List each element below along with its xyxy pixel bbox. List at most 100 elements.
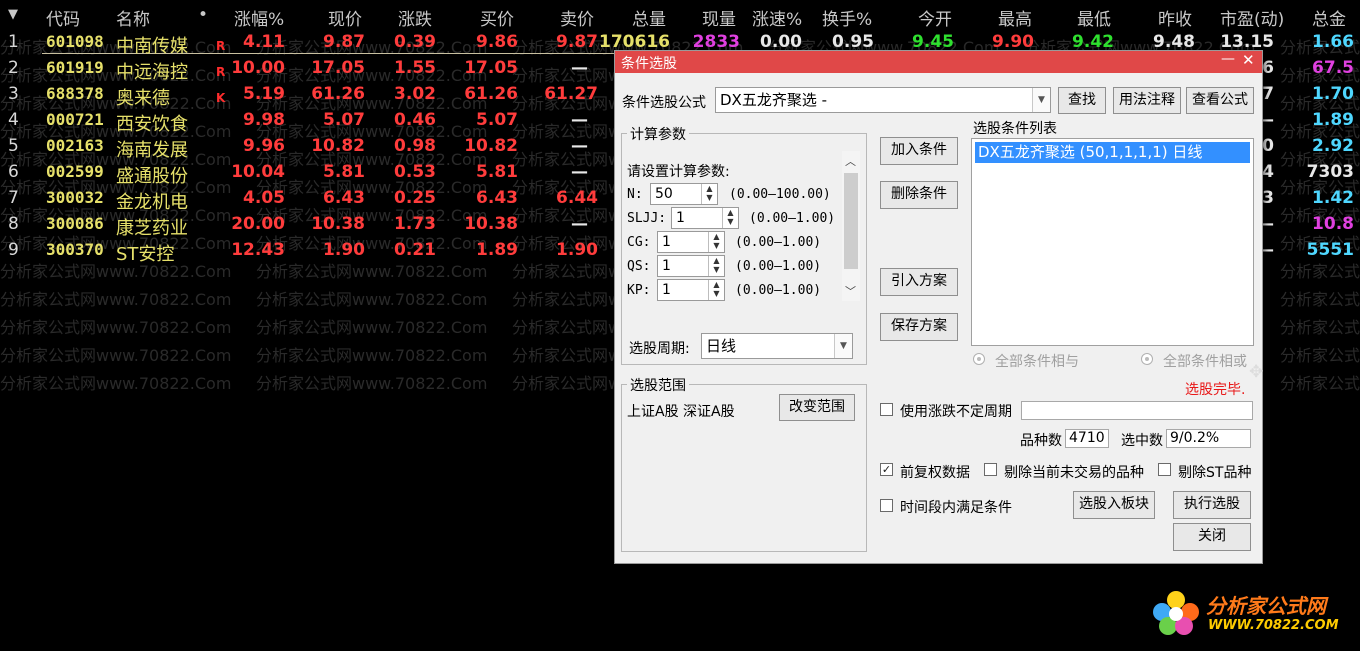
stepper-arrows-icon[interactable]: ▲ ▼ (708, 232, 724, 252)
list-item[interactable]: DX五龙齐聚选 (50,1,1,1,1) 日线 (975, 142, 1250, 163)
col-open[interactable]: 今开 (918, 5, 952, 30)
chevron-up-icon[interactable]: ︿ (845, 153, 856, 169)
exclude-st-label: 剔除ST品种 (1178, 465, 1252, 481)
watermark-text: 分析家公式网www.70822.Com (1280, 290, 1360, 309)
save-scheme-button[interactable]: 保存方案 (880, 313, 958, 341)
formula-select[interactable]: DX五龙齐聚选 - ▼ (715, 87, 1051, 113)
watermark-text: 分析家公式网www.70822.Com (0, 318, 232, 337)
param-label-kp: KP: (627, 283, 651, 298)
selected-value: 9/0.2% (1170, 430, 1220, 446)
col-vol[interactable]: 总量 (632, 5, 666, 30)
param-label-n: N: (627, 187, 643, 202)
or-label: 全部条件相或 (1163, 354, 1247, 370)
add-condition-button[interactable]: 加入条件 (880, 137, 958, 165)
watermark-text: 分析家公式网www.70822.Com (256, 374, 488, 393)
change-scope-button[interactable]: 改变范围 (779, 394, 855, 421)
param-range-qs: (0.00—1.00) (735, 259, 822, 274)
run-select-button[interactable]: 执行选股 (1173, 491, 1251, 519)
col-bid[interactable]: 买价 (480, 5, 514, 30)
formula-value: DX五龙齐聚选 - (720, 91, 828, 109)
logo-text-cn: 分析家公式网 (1206, 594, 1326, 618)
sort-arrow-icon[interactable]: ▼ (8, 7, 18, 22)
period-select[interactable]: 日线 ▼ (701, 333, 853, 359)
stepper-arrows-icon[interactable]: ▲ ▼ (708, 256, 724, 276)
radio-or[interactable] (1141, 353, 1153, 365)
stepper-arrows-icon[interactable]: ▲ ▼ (708, 280, 724, 300)
to-block-button[interactable]: 选股入板块 (1073, 491, 1155, 519)
col-low[interactable]: 最低 (1077, 5, 1111, 30)
import-scheme-button[interactable]: 引入方案 (880, 268, 958, 296)
param-kp-stepper[interactable]: 1 ▲ ▼ (657, 279, 725, 301)
col-ask[interactable]: 卖价 (560, 5, 594, 30)
flower-logo-icon (1153, 591, 1199, 635)
close-button[interactable]: 关闭 (1173, 523, 1251, 551)
col-chg[interactable]: 涨跌 (398, 5, 432, 30)
watermark-text: 分析家公式网www.70822.Com (1280, 374, 1360, 393)
chevron-down-icon[interactable]: ﹀ (845, 283, 856, 299)
col-pe[interactable]: 市盈(动) (1220, 5, 1284, 30)
find-button[interactable]: 查找 (1058, 87, 1106, 114)
time-range-checkbox[interactable] (880, 499, 893, 512)
delete-condition-button[interactable]: 删除条件 (880, 181, 958, 209)
param-range-n: (0.00—100.00) (729, 187, 831, 202)
formula-label: 条件选股公式 (622, 95, 706, 111)
param-cg-stepper[interactable]: 1 ▲ ▼ (657, 231, 725, 253)
chevron-down-icon[interactable]: ▼ (1032, 88, 1050, 112)
use-zdbd-label: 使用涨跌不定周期 (900, 404, 1012, 420)
exclude-untraded-label: 剔除当前未交易的品种 (1004, 465, 1144, 481)
scope-value: 上证A股 深证A股 (627, 404, 735, 420)
param-n-stepper[interactable]: 50 ▲ ▼ (650, 183, 718, 205)
param-sljj-stepper[interactable]: 1 ▲ ▼ (671, 207, 739, 229)
col-dot[interactable]: • (198, 5, 208, 25)
params-scrollbar[interactable]: ︿ ﹀ (842, 151, 860, 301)
scrollbar-thumb[interactable] (844, 173, 858, 269)
minimize-icon[interactable]: — (1221, 51, 1235, 67)
selected-value-box: 9/0.2% (1166, 429, 1251, 448)
site-logo: 分析家公式网 WWW.70822.COM (1148, 582, 1348, 642)
watermark-text: 分析家公式网www.70822.Com (1280, 346, 1360, 365)
dialog-titlebar[interactable]: 条件选股 — ✕ (615, 51, 1262, 73)
col-chg-pct[interactable]: 涨幅% (234, 5, 284, 30)
usage-notes-button[interactable]: 用法注释 (1113, 87, 1181, 114)
calc-params-title: 计算参数 (627, 124, 689, 144)
col-cur-vol[interactable]: 现量 (702, 5, 736, 30)
use-zdbd-checkbox[interactable] (880, 403, 893, 416)
watermark-text: 分析家公式网www.70822.Com (256, 346, 488, 365)
stock-app: 分析家公式网www.70822.Com 分析家公式网www.70822.Com 分析… (0, 0, 1360, 651)
radio-and[interactable] (973, 353, 985, 365)
chevron-down-icon[interactable]: ▼ (834, 334, 852, 358)
stepper-arrows-icon[interactable]: ▲ ▼ (701, 184, 717, 204)
scope-title: 选股范围 (627, 375, 689, 395)
col-high[interactable]: 最高 (998, 5, 1032, 30)
col-speed[interactable]: 涨速% (752, 5, 802, 30)
col-prev[interactable]: 昨收 (1158, 5, 1192, 30)
watermark-text: 分析家公式网www.70822.Com (256, 290, 488, 309)
stepper-arrows-icon[interactable]: ▲ ▼ (722, 208, 738, 228)
col-code[interactable]: 代码 (46, 5, 80, 30)
col-name[interactable]: 名称 (116, 5, 150, 30)
watermark-text: 分析家公式网www.70822.Com (256, 318, 488, 337)
param-label-cg: CG: (627, 235, 651, 250)
zdbd-input[interactable] (1021, 401, 1253, 420)
col-amount[interactable]: 总金 (1312, 5, 1346, 30)
param-range-sljj: (0.00—1.00) (749, 211, 836, 226)
watermark-text: 分析家公式网www.70822.Com (0, 374, 232, 393)
watermark-text: 分析家公式网www.70822.Com (0, 290, 232, 309)
period-label: 选股周期: (629, 341, 690, 357)
col-price[interactable]: 现价 (328, 5, 362, 30)
move-cursor-icon: ✥ (1249, 362, 1264, 382)
condition-list[interactable]: DX五龙齐聚选 (50,1,1,1,1) 日线 (971, 138, 1254, 346)
view-formula-button[interactable]: 查看公式 (1186, 87, 1254, 114)
count-label: 品种数 (1020, 433, 1062, 449)
exclude-st-checkbox[interactable] (1158, 463, 1171, 476)
param-qs-stepper[interactable]: 1 ▲ ▼ (657, 255, 725, 277)
watermark-text: 分析家公式网www.70822.Com (1280, 318, 1360, 337)
col-turnover[interactable]: 换手% (822, 5, 872, 30)
param-label-sljj: SLJJ: (627, 211, 667, 226)
and-label: 全部条件相与 (995, 354, 1079, 370)
close-icon[interactable]: ✕ (1242, 51, 1255, 69)
fq-checkbox[interactable]: ✓ (880, 463, 893, 476)
exclude-untraded-checkbox[interactable] (984, 463, 997, 476)
dialog-title: 条件选股 (621, 56, 677, 72)
watermark-text: 分析家公式网www.70822.Com (0, 346, 232, 365)
